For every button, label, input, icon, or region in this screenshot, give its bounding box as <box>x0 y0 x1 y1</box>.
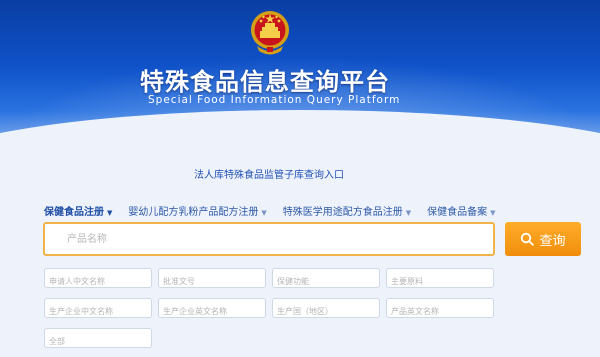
status-select-field <box>44 328 152 351</box>
legal-entity-query-entry-link[interactable]: 法人库特殊食品监管子库查询入口 <box>194 166 344 181</box>
tab-label: 保健食品备案 <box>427 207 488 218</box>
approval-no-input[interactable] <box>159 272 265 291</box>
page-title: 特殊食品信息查询平台 <box>140 68 390 96</box>
product-en-name-input[interactable] <box>387 302 493 321</box>
main-ingredient-input[interactable] <box>387 272 493 291</box>
manufacturer-cn-field <box>44 298 152 321</box>
health-function-input[interactable] <box>273 272 379 291</box>
product-name-search-box <box>43 222 495 256</box>
search-button-label: 查询 <box>539 232 566 248</box>
header-banner: 特殊食品信息查询平台 Special Food Information Quer… <box>0 0 600 148</box>
tab-label: 婴幼儿配方乳粉产品配方注册 <box>128 207 259 218</box>
tab-infant-formula-registration[interactable]: 婴幼儿配方乳粉产品配方注册 ▼ <box>128 203 266 219</box>
tab-label: 保健食品注册 <box>44 207 104 218</box>
tab-health-food-filing[interactable]: 保健食品备案 ▼ <box>427 203 495 219</box>
status-select-input[interactable] <box>45 332 151 351</box>
manufacturer-en-input[interactable] <box>159 302 265 321</box>
category-tabs: 保健食品注册 ▼ 婴幼儿配方乳粉产品配方注册 ▼ 特殊医学用途配方食品注册 ▼ 保健食… <box>44 203 512 219</box>
country-region-input[interactable] <box>273 302 379 321</box>
applicant-cn-input[interactable] <box>45 272 151 291</box>
applicant-cn-field <box>44 268 152 291</box>
approval-no-field <box>158 268 266 291</box>
search-button[interactable]: 查询 <box>505 222 581 256</box>
tab-label: 特殊医学用途配方食品注册 <box>282 207 403 218</box>
caret-down-icon: ▼ <box>261 209 267 217</box>
main-ingredient-field <box>386 268 494 291</box>
product-en-name-field <box>386 298 494 321</box>
caret-down-icon: ▼ <box>107 209 113 217</box>
page-subtitle: Special Food Information Query Platform <box>148 94 401 106</box>
caret-down-icon: ▼ <box>490 209 496 217</box>
national-emblem-icon <box>251 11 289 55</box>
caret-down-icon: ▼ <box>405 209 412 217</box>
country-region-field <box>272 298 380 321</box>
manufacturer-en-field <box>158 298 266 321</box>
search-icon <box>521 232 535 246</box>
tab-health-food-registration[interactable]: 保健食品注册 ▼ <box>44 203 112 219</box>
health-function-field <box>272 268 380 291</box>
manufacturer-cn-input[interactable] <box>45 302 151 321</box>
product-name-input[interactable] <box>45 224 493 254</box>
tab-special-medical-food-registration[interactable]: 特殊医学用途配方食品注册 ▼ <box>283 203 411 219</box>
